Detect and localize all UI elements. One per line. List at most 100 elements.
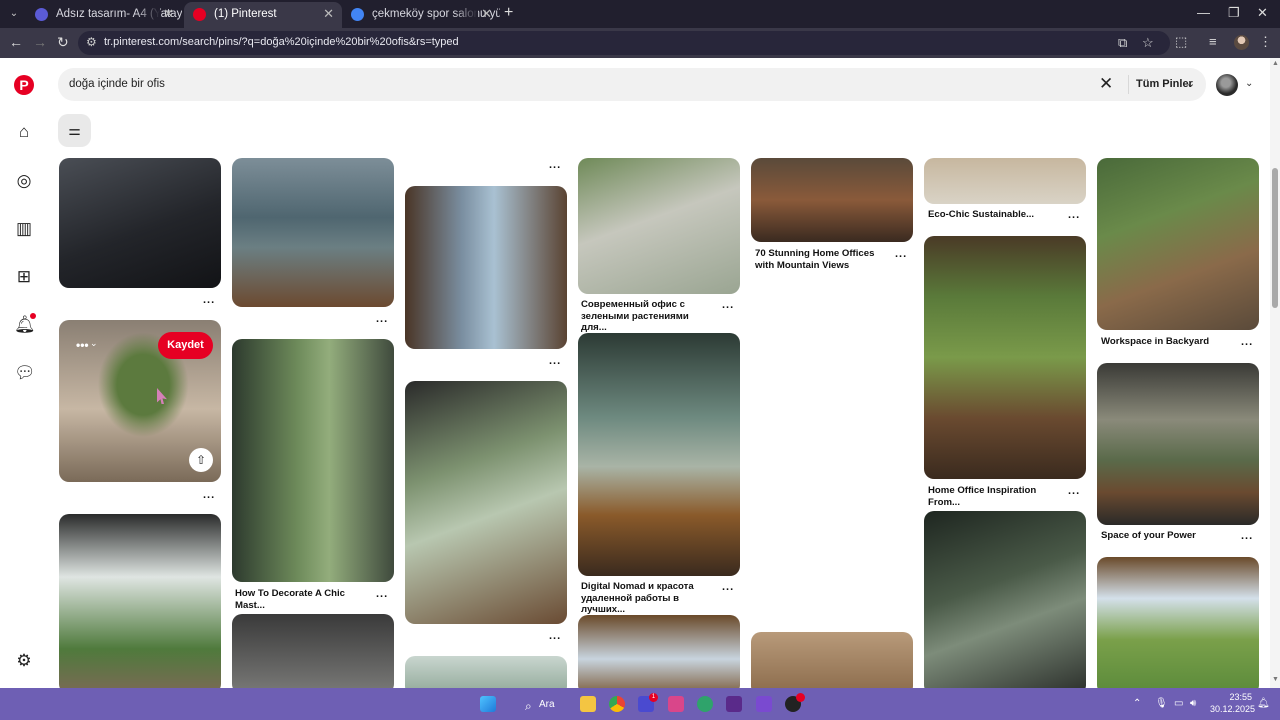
boards-icon[interactable]: ▥ xyxy=(14,219,34,239)
scrollbar-thumb[interactable] xyxy=(1272,168,1278,308)
pinterest-logo-icon[interactable]: P xyxy=(14,75,34,95)
page-scrollbar[interactable]: ▲ ▼ xyxy=(1270,58,1280,688)
reading-list-icon[interactable]: ≡ xyxy=(1209,34,1217,49)
settings-gear-icon[interactable]: ⚙ xyxy=(14,651,34,671)
create-plus-icon[interactable]: ⊞ xyxy=(14,267,34,287)
pin-dark-glass-forest[interactable] xyxy=(924,511,1086,688)
notification-center-icon[interactable]: 🔔︎ xyxy=(1257,698,1270,709)
minimize-icon[interactable]: — xyxy=(1197,5,1210,20)
pin-title: 70 Stunning Home Offices with Mountain V… xyxy=(755,248,875,271)
scroll-down-arrow-icon[interactable]: ▼ xyxy=(1272,676,1279,683)
vivaldi-icon[interactable] xyxy=(668,696,684,712)
pin-title: Современный офис с зелеными растениями д… xyxy=(581,299,689,333)
pin-more-options[interactable]: ... xyxy=(1068,209,1080,221)
close-tab-icon[interactable]: ✕ xyxy=(163,2,174,26)
notification-badge: 1 xyxy=(649,693,658,702)
restore-icon[interactable]: ❐ xyxy=(1228,5,1240,21)
pin-title: How To Decorate A Chic Mast... xyxy=(235,588,345,611)
tab-google-search[interactable]: çekmeköy spor salonu yüzme h ✕ xyxy=(342,2,500,28)
tab-search-chevron-icon[interactable]: ⌄ xyxy=(6,6,22,22)
scroll-up-arrow-icon[interactable]: ▲ xyxy=(1272,60,1279,67)
messages-icon[interactable]: 💬︎ xyxy=(14,363,36,383)
filter-sliders-icon[interactable]: ⚌ xyxy=(58,114,91,147)
account-chevron-down-icon[interactable]: ⌄ xyxy=(1245,78,1253,89)
pin-forest-library-desk[interactable] xyxy=(405,381,567,624)
tab-adsiz-tasarim[interactable]: Adsız tasarım- A4 (Yatay) ✕ xyxy=(26,2,182,28)
premiere-icon[interactable] xyxy=(726,696,742,712)
close-tab-icon[interactable]: ✕ xyxy=(323,2,334,26)
file-explorer-icon[interactable] xyxy=(580,696,596,712)
pin-more-options[interactable]: ... xyxy=(549,630,561,642)
edge-icon[interactable] xyxy=(697,696,713,712)
search-bar[interactable]: doğa içinde bir ofis ✕ Tüm Pinler ⌄ xyxy=(58,68,1206,101)
reload-icon[interactable]: ↻ xyxy=(57,34,69,51)
hover-more-icon[interactable]: ••• xyxy=(76,338,89,352)
home-icon[interactable]: ⌂ xyxy=(14,122,34,142)
tray-chevron-up-icon[interactable]: ⌃ xyxy=(1133,698,1141,709)
pin-fjord-desk[interactable] xyxy=(232,158,394,307)
pin-dark-office[interactable] xyxy=(232,614,394,688)
pin-more-options[interactable]: ... xyxy=(1241,336,1253,348)
pin-eco-chic[interactable] xyxy=(924,158,1086,204)
chrome-icon[interactable] xyxy=(609,696,625,712)
volume-icon[interactable]: 🔊︎ xyxy=(1190,698,1196,709)
clear-search-icon[interactable]: ✕ xyxy=(1099,74,1113,94)
pin-more-options[interactable]: ... xyxy=(203,294,215,306)
tab-pinterest[interactable]: (1) Pinterest ✕ xyxy=(184,2,342,28)
clock-date[interactable]: 30.12.2025 xyxy=(1210,704,1255,714)
pin-laptop-glass[interactable] xyxy=(59,158,221,288)
pin-meadow-window[interactable] xyxy=(1097,557,1259,688)
forward-arrow-icon[interactable]: → xyxy=(33,34,47,50)
site-info-icon[interactable]: ⚙ xyxy=(86,35,97,49)
pin-bright-office[interactable] xyxy=(405,656,567,688)
pin-jungle-desk[interactable] xyxy=(924,236,1086,479)
close-tab-icon[interactable]: ✕ xyxy=(481,2,492,26)
pin-more-options[interactable]: ... xyxy=(549,159,561,171)
google-favicon-icon xyxy=(351,8,364,21)
search-input[interactable]: doğa içinde bir ofis xyxy=(69,78,165,90)
hover-chevron-down-icon[interactable]: ⌄ xyxy=(90,338,98,349)
pin-more-options[interactable]: ... xyxy=(1241,530,1253,542)
pin-more-options[interactable]: ... xyxy=(722,581,734,593)
user-avatar[interactable] xyxy=(1216,74,1238,96)
browser-menu-icon[interactable]: ⋮ xyxy=(1259,34,1272,50)
pin-rock-wall-office[interactable] xyxy=(1097,363,1259,525)
new-tab-plus-icon[interactable]: + xyxy=(504,4,513,22)
pin-green-office[interactable] xyxy=(578,158,740,294)
save-button[interactable]: Kaydet xyxy=(158,332,213,359)
share-upload-icon[interactable]: ⇧ xyxy=(189,448,213,472)
pin-mountain-home-office[interactable] xyxy=(751,158,913,242)
pin-glass-room-tree[interactable] xyxy=(232,339,394,582)
pin-more-options[interactable]: ... xyxy=(895,248,907,260)
pin-mountain-study[interactable] xyxy=(405,186,567,349)
address-bar[interactable]: ⚙ tr.pinterest.com/search/pins/?q=doğa%2… xyxy=(78,31,1170,55)
pin-scope-dropdown[interactable]: Tüm Pinler xyxy=(1136,78,1193,90)
pinterest-page: P ⌂ ◎ ▥ ⊞ 🔔︎ 💬︎ ⚙ doğa içinde bir ofis ✕… xyxy=(0,58,1280,688)
pin-more-options[interactable]: ... xyxy=(549,355,561,367)
pin-cabin-window[interactable] xyxy=(578,615,740,688)
notification-dot xyxy=(30,313,36,319)
explore-compass-icon[interactable]: ◎ xyxy=(14,171,34,191)
pin-more-options[interactable]: ... xyxy=(376,313,388,325)
close-window-icon[interactable]: ✕ xyxy=(1257,5,1268,21)
back-arrow-icon[interactable]: ← xyxy=(9,34,23,50)
pin-more-options[interactable]: ... xyxy=(1068,485,1080,497)
after-effects-icon[interactable] xyxy=(756,696,772,712)
windows-start-icon[interactable] xyxy=(480,696,496,712)
pin-warm-office[interactable] xyxy=(751,632,913,688)
pin-more-options[interactable]: ... xyxy=(722,299,734,311)
microphone-icon[interactable]: 🎙︎ xyxy=(1155,698,1168,709)
bookmark-star-icon[interactable]: ☆ xyxy=(1142,35,1154,51)
browser-profile-avatar[interactable] xyxy=(1234,35,1249,50)
network-icon[interactable]: ▭ xyxy=(1174,698,1183,709)
pin-more-options[interactable]: ... xyxy=(203,489,215,501)
pin-backyard-workspace[interactable] xyxy=(1097,158,1259,330)
extensions-puzzle-icon[interactable]: ⬚ xyxy=(1175,34,1187,50)
install-app-icon[interactable]: ⧉ xyxy=(1118,35,1127,51)
taskbar-search-icon[interactable]: ⌕ xyxy=(525,699,532,714)
clock-time[interactable]: 23:55 xyxy=(1212,692,1252,702)
pin-misty-forest-laptop[interactable] xyxy=(578,333,740,576)
pin-plants-atrium[interactable] xyxy=(59,514,221,688)
pin-more-options[interactable]: ... xyxy=(376,588,388,600)
taskbar-search-label[interactable]: Ara xyxy=(539,699,555,710)
